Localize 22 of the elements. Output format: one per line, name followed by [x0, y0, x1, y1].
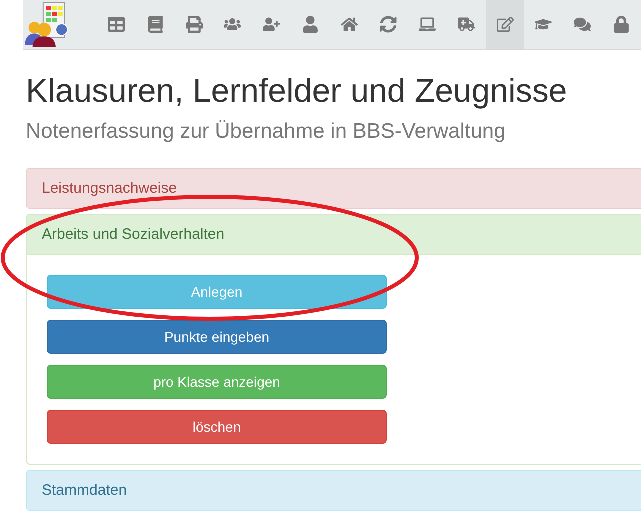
page-subtitle: Notenerfassung zur Übernahme in BBS-Verwaltung	[26, 120, 507, 144]
edit-icon	[496, 16, 514, 33]
speech-bubbles-icon	[574, 16, 592, 33]
panel-heading[interactable]: Arbeits und Sozialverhalten	[27, 215, 641, 254]
user-plus-icon	[263, 16, 280, 33]
panel-heading[interactable]: Stammdaten	[27, 471, 641, 510]
ambulance-icon	[458, 16, 475, 33]
refresh-icon	[380, 16, 397, 33]
printer-icon	[186, 16, 203, 33]
table-icon	[108, 16, 125, 33]
book-icon	[146, 16, 164, 33]
page-title: Klausuren, Lernfelder und Zeugnisse	[26, 72, 568, 110]
nav-button[interactable]	[486, 0, 524, 49]
lock-icon	[613, 16, 630, 33]
users-icon	[224, 16, 242, 33]
action-button[interactable]: pro Klasse anzeigen	[47, 365, 387, 399]
action-button[interactable]: löschen	[47, 410, 387, 444]
home-icon	[341, 16, 358, 33]
user-icon	[302, 16, 320, 33]
laptop-icon	[418, 16, 436, 33]
action-button[interactable]: Punkte eingeben	[47, 320, 387, 354]
panel-heading[interactable]: Leistungsnachweise	[27, 169, 641, 208]
